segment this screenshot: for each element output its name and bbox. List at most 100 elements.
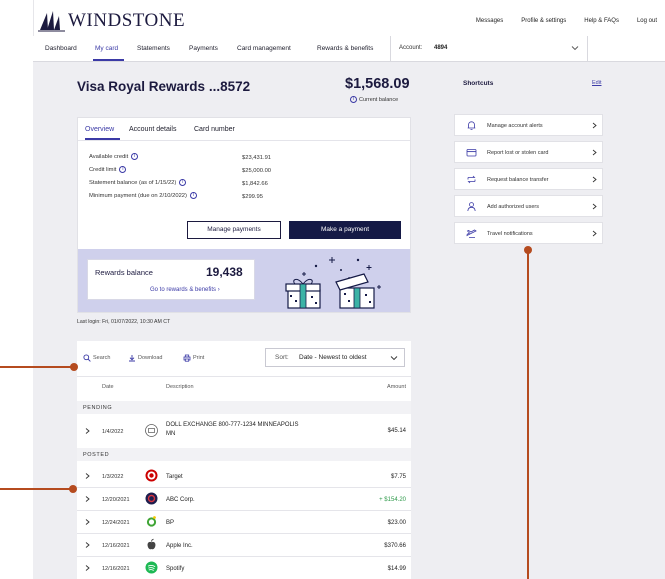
transaction-description: Target — [166, 474, 183, 480]
chevron-right-icon[interactable] — [85, 428, 90, 434]
make-payment-button[interactable]: Make a payment — [289, 221, 401, 239]
shortcut-label: Report lost or stolen card — [487, 150, 549, 156]
transaction-amount: $7.75 — [390, 474, 406, 480]
callout-line-transaction — [0, 488, 73, 490]
info-icon[interactable]: i — [131, 153, 139, 160]
statement-balance-text: Statement balance (as of 1/15/22) — [89, 179, 177, 186]
card-icon — [466, 149, 477, 157]
tab-account-details[interactable]: Account details — [129, 126, 176, 133]
rewards-balance-label: Rewards balance — [95, 268, 153, 277]
sort-value: Date - Newest to oldest — [299, 354, 367, 361]
nav-payments[interactable]: Payments — [189, 45, 218, 52]
credit-limit-value: $25,000.00 — [242, 168, 272, 174]
target-logo-icon — [145, 469, 158, 482]
transaction-date: 12/20/2021 — [102, 497, 130, 503]
chevron-down-icon — [571, 46, 579, 51]
user-icon — [467, 202, 476, 212]
print-label: Print — [193, 355, 205, 361]
minimum-payment-value: $299.95 — [242, 194, 263, 200]
shortcuts-edit-link[interactable]: Edit — [592, 80, 601, 86]
chevron-right-icon[interactable] — [85, 519, 90, 525]
main-nav: Dashboard My card Statements Payments Ca… — [33, 36, 665, 62]
shortcut-label: Request balance transfer — [487, 177, 549, 183]
account-value: 4894 — [434, 45, 448, 51]
help-faqs-link[interactable]: Help & FAQs — [584, 18, 619, 24]
rewards-link-text: Go to rewards & benefits — [150, 287, 217, 293]
available-credit-label: Available credit i — [89, 153, 139, 160]
account-label: Account: — [399, 45, 423, 51]
account-selector[interactable]: Account: 4894 — [390, 36, 588, 61]
callout-dot-transaction — [69, 485, 77, 493]
nav-statements[interactable]: Statements — [137, 45, 170, 52]
card-title: Visa Royal Rewards ...8572 — [77, 79, 251, 94]
shortcut-label: Manage account alerts — [487, 123, 543, 129]
callout-dot-search — [70, 363, 78, 371]
rewards-balance-value: 19,438 — [206, 265, 243, 279]
chevron-right-icon: › — [217, 287, 220, 293]
tab-card-number[interactable]: Card number — [194, 126, 235, 133]
shortcut-travel-notifications[interactable]: Travel notifications — [454, 222, 603, 244]
search-button[interactable]: Search — [83, 354, 110, 362]
pending-section-header: PENDING — [77, 401, 411, 414]
info-icon[interactable]: i — [179, 179, 187, 186]
sort-dropdown[interactable]: Sort: Date - Newest to oldest — [265, 348, 405, 367]
nav-rewards-benefits[interactable]: Rewards & benefits — [317, 45, 373, 52]
windstone-logo-icon — [38, 11, 65, 32]
manage-payments-button[interactable]: Manage payments — [187, 221, 281, 239]
divider — [77, 376, 411, 377]
last-login-text: Last login: Fri, 01/07/2022, 10:30 AM CT — [77, 319, 171, 325]
transaction-amount: + $154.20 — [379, 497, 406, 503]
available-credit-text: Available credit — [89, 153, 129, 160]
transaction-date: 12/16/2021 — [102, 543, 130, 549]
sort-label: Sort: — [275, 354, 289, 361]
table-row[interactable]: 12/24/2021 BP $23.00 — [77, 511, 411, 534]
info-icon[interactable]: i — [189, 192, 197, 199]
overview-panel: Overview Account details Card number Ava… — [77, 117, 411, 313]
transaction-date: 12/24/2021 — [102, 520, 130, 526]
table-row[interactable]: 1/4/2022 DOLL EXCHANGE 800-777-1234 MINN… — [77, 416, 411, 446]
print-icon — [183, 354, 191, 362]
utility-nav: Messages Profile & settings Help & FAQs … — [458, 18, 657, 24]
messages-link[interactable]: Messages — [476, 18, 503, 24]
shortcut-report-lost-card[interactable]: Report lost or stolen card — [454, 141, 603, 163]
shortcut-label: Travel notifications — [487, 231, 533, 237]
shortcut-manage-alerts[interactable]: Manage account alerts — [454, 114, 603, 136]
logout-link[interactable]: Log out — [637, 18, 657, 24]
table-row[interactable]: 12/20/2021 ABC Corp. + $154.20 — [77, 488, 411, 511]
nav-my-card[interactable]: My card — [95, 45, 118, 52]
callout-line-search — [0, 366, 74, 368]
chevron-right-icon — [592, 203, 597, 210]
table-row[interactable]: 12/16/2021 Spotify $14.99 — [77, 557, 411, 579]
info-icon[interactable]: i — [350, 96, 357, 103]
info-icon[interactable]: i — [119, 166, 127, 173]
callout-line-travel — [527, 250, 529, 579]
nav-active-indicator — [93, 59, 124, 61]
nav-dashboard[interactable]: Dashboard — [45, 45, 77, 52]
callout-dot-travel — [524, 246, 532, 254]
current-balance-text: Current balance — [359, 96, 399, 103]
credit-limit-label: Credit limit i — [89, 166, 127, 173]
table-row[interactable]: 1/3/2022 Target $7.75 — [77, 465, 411, 488]
search-icon — [83, 354, 91, 362]
nav-card-management[interactable]: Card management — [237, 45, 291, 52]
tab-overview[interactable]: Overview — [85, 126, 114, 133]
transaction-amount: $23.00 — [387, 520, 406, 526]
rewards-benefits-link[interactable]: Go to rewards & benefits › — [150, 287, 220, 293]
minimum-payment-label: Minimum payment (due on 2/10/2022) i — [89, 192, 197, 199]
print-button[interactable]: Print — [183, 354, 204, 362]
chevron-right-icon[interactable] — [85, 565, 90, 571]
posted-section-header: POSTED — [77, 448, 411, 461]
shortcut-authorized-users[interactable]: Add authorized users — [454, 195, 603, 217]
tab-divider — [78, 140, 410, 141]
chevron-right-icon[interactable] — [85, 542, 90, 548]
table-row[interactable]: 12/16/2021 Apple Inc. $370.66 — [77, 534, 411, 557]
brand-logo[interactable]: WINDSTONE — [38, 10, 185, 32]
abc-logo-icon — [145, 492, 158, 505]
transaction-description-line2: MN — [166, 431, 176, 437]
profile-settings-link[interactable]: Profile & settings — [521, 18, 566, 24]
chevron-right-icon[interactable] — [85, 496, 90, 502]
shortcut-balance-transfer[interactable]: Request balance transfer — [454, 168, 603, 190]
column-header-description: Description — [166, 384, 194, 390]
chevron-right-icon[interactable] — [85, 473, 90, 479]
download-button[interactable]: Download — [128, 354, 162, 362]
